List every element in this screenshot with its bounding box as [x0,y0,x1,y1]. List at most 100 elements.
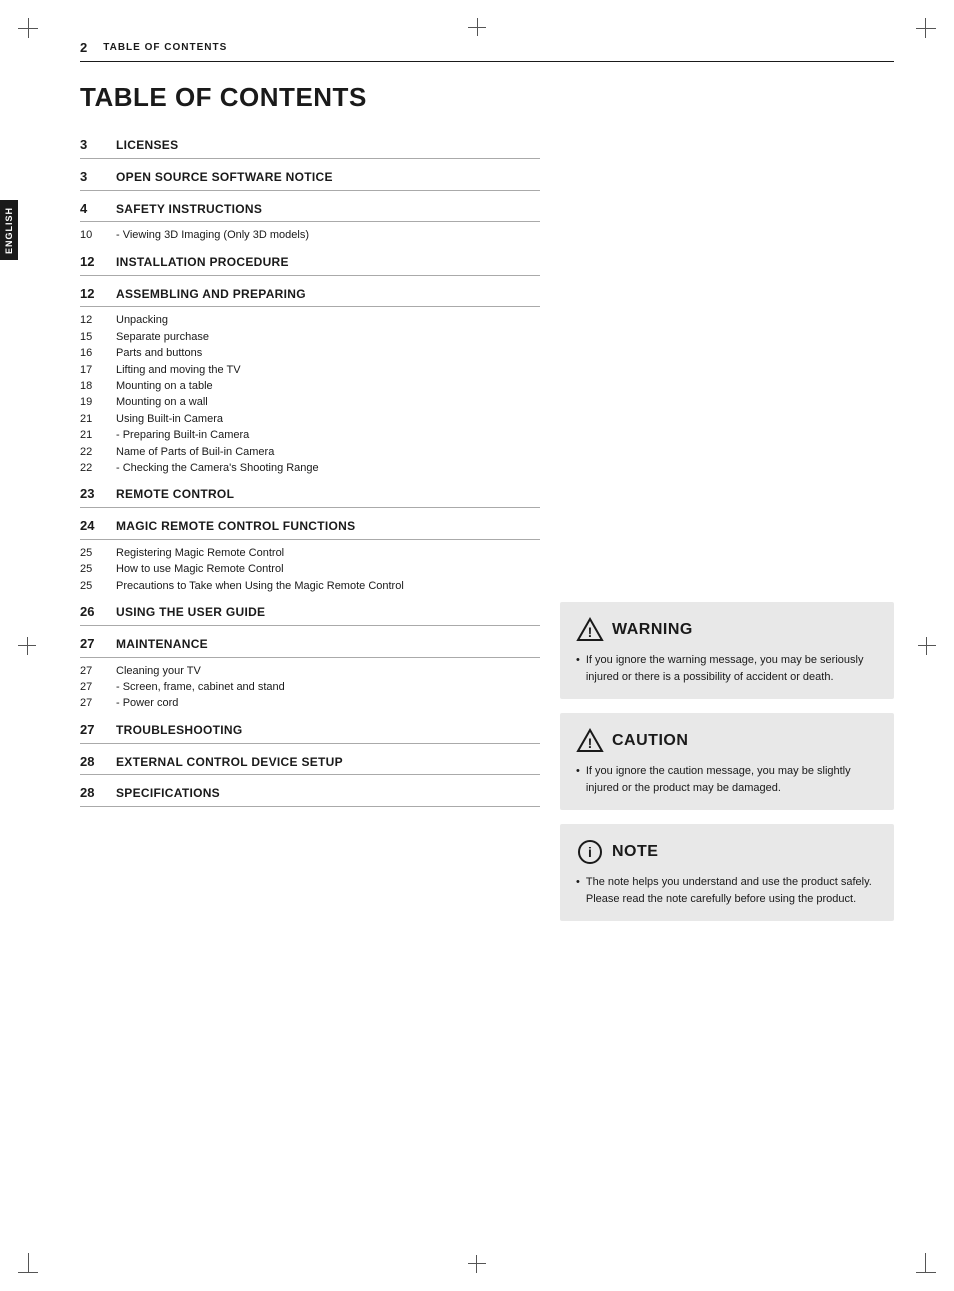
toc-sub-label: Unpacking [116,313,168,328]
toc-section-header-specifications: 28SPECIFICATIONS [80,785,540,807]
page-number-line: 2 TABLE OF CONTENTS [80,40,894,62]
toc-sub-entries-maintenance: 27Cleaning your TV27- Screen, frame, cab… [80,664,540,712]
caution-title-row: ! CAUTION [576,727,878,755]
toc-sub-label: Lifting and moving the TV [116,363,241,378]
toc-sub-label: - Screen, frame, cabinet and stand [116,680,285,695]
warning-text: • If you ignore the warning message, you… [576,652,878,685]
toc-section-header-safety: 4SAFETY INSTRUCTIONS [80,201,540,223]
toc-sub-num: 10 [80,229,116,241]
toc-sub-num: 12 [80,314,116,326]
toc-section-label-safety: SAFETY INSTRUCTIONS [116,201,262,218]
toc-sub-num: 19 [80,396,116,408]
toc-sub-entry: 25How to use Magic Remote Control [80,562,540,577]
toc-sub-label: How to use Magic Remote Control [116,562,284,577]
corner-mark-tl [18,18,38,38]
toc-section-header-licenses: 3LICENSES [80,137,540,159]
center-mark-bottom [467,1253,487,1273]
toc-sub-entry: 27- Power cord [80,696,540,711]
toc-section-header-magic-remote: 24MAGIC REMOTE CONTROL FUNCTIONS [80,518,540,540]
toc-sub-entry: 27- Screen, frame, cabinet and stand [80,680,540,695]
toc-section-header-external-control: 28EXTERNAL CONTROL DEVICE SETUP [80,754,540,776]
caution-icon: ! [576,727,604,755]
toc-sub-num: 21 [80,413,116,425]
note-box: i NOTE • The note helps you understand a… [560,824,894,921]
note-icon: i [576,838,604,866]
toc-sub-entry: 17Lifting and moving the TV [80,363,540,378]
toc-sub-num: 27 [80,681,116,693]
warning-title: WARNING [612,621,693,639]
toc-section-header-assembling: 12ASSEMBLING AND PREPARING [80,286,540,308]
center-mark-right [916,636,936,656]
warning-box: ! WARNING • If you ignore the warning me… [560,602,894,699]
toc-sub-label: - Power cord [116,696,178,711]
svg-text:!: ! [588,735,593,751]
toc-section-num-magic-remote: 24 [80,518,116,533]
toc-section-num-safety: 4 [80,201,116,216]
svg-text:i: i [588,844,592,860]
english-tab: ENGLISH [0,200,18,260]
toc-section-num-specifications: 28 [80,785,116,800]
toc-sub-entry: 25Precautions to Take when Using the Mag… [80,579,540,594]
note-title-row: i NOTE [576,838,878,866]
toc-sub-label: Mounting on a table [116,379,213,394]
toc-sub-num: 27 [80,665,116,677]
toc-sub-entries-magic-remote: 25Registering Magic Remote Control25How … [80,546,540,594]
caution-text: • If you ignore the caution message, you… [576,763,878,796]
toc-sub-num: 15 [80,331,116,343]
content-area: TABLE OF CONTENTS 3LICENSES 3OPEN SOURCE … [0,82,954,935]
toc-section-num-open-source: 3 [80,169,116,184]
toc-sub-entry: 16Parts and buttons [80,346,540,361]
toc-sub-label: Cleaning your TV [116,664,201,679]
toc-section-num-remote-control: 23 [80,486,116,501]
toc-section-num-assembling: 12 [80,286,116,301]
toc-sub-entry: 27Cleaning your TV [80,664,540,679]
toc-sub-num: 25 [80,580,116,592]
caution-title: CAUTION [612,732,688,750]
toc-sub-entry: 22Name of Parts of Buil-in Camera [80,445,540,460]
page-header-title: TABLE OF CONTENTS [103,42,227,53]
toc-sub-label: Using Built-in Camera [116,412,223,427]
toc-section-num-user-guide: 26 [80,604,116,619]
toc-sub-entry: 21- Preparing Built-in Camera [80,428,540,443]
toc-section-label-assembling: ASSEMBLING AND PREPARING [116,286,306,303]
toc-section-label-specifications: SPECIFICATIONS [116,785,220,802]
toc-sections: 3LICENSES 3OPEN SOURCE SOFTWARE NOTICE 4SA… [80,137,540,807]
toc-sub-num: 22 [80,446,116,458]
toc-section-label-maintenance: MAINTENANCE [116,636,208,653]
toc-sub-label: Separate purchase [116,330,209,345]
svg-text:!: ! [588,624,593,640]
toc-sub-entries-safety: 10- Viewing 3D Imaging (Only 3D models) [80,228,540,243]
toc-column: TABLE OF CONTENTS 3LICENSES 3OPEN SOURCE … [80,82,540,935]
toc-section-num-installation: 12 [80,254,116,269]
toc-section-num-troubleshooting: 27 [80,722,116,737]
toc-main-title: TABLE OF CONTENTS [80,82,540,113]
toc-section-num-maintenance: 27 [80,636,116,651]
toc-sub-num: 21 [80,429,116,441]
center-mark-left [18,636,38,656]
note-title: NOTE [612,843,658,861]
warning-icon: ! [576,616,604,644]
toc-section-label-magic-remote: MAGIC REMOTE CONTROL FUNCTIONS [116,518,355,535]
toc-sub-label: - Viewing 3D Imaging (Only 3D models) [116,228,309,243]
toc-sub-entry: 21Using Built-in Camera [80,412,540,427]
corner-mark-br [916,1253,936,1273]
toc-sub-label: Mounting on a wall [116,395,208,410]
warning-title-row: ! WARNING [576,616,878,644]
caution-box: ! CAUTION • If you ignore the caution me… [560,713,894,810]
toc-sub-label: Parts and buttons [116,346,202,361]
toc-section-header-user-guide: 26USING THE USER GUIDE [80,604,540,626]
toc-section-header-open-source: 3OPEN SOURCE SOFTWARE NOTICE [80,169,540,191]
toc-sub-entries-assembling: 12Unpacking15Separate purchase16Parts an… [80,313,540,476]
toc-section-header-remote-control: 23REMOTE CONTROL [80,486,540,508]
toc-sub-entry: 25Registering Magic Remote Control [80,546,540,561]
toc-sub-entry: 15Separate purchase [80,330,540,345]
corner-mark-bl [18,1253,38,1273]
toc-sub-num: 25 [80,563,116,575]
toc-section-label-remote-control: REMOTE CONTROL [116,486,234,503]
toc-section-header-installation: 12INSTALLATION PROCEDURE [80,254,540,276]
toc-sub-label: - Checking the Camera's Shooting Range [116,461,319,476]
toc-sub-num: 27 [80,697,116,709]
toc-sub-num: 18 [80,380,116,392]
toc-section-label-licenses: LICENSES [116,137,178,154]
toc-sub-num: 22 [80,462,116,474]
